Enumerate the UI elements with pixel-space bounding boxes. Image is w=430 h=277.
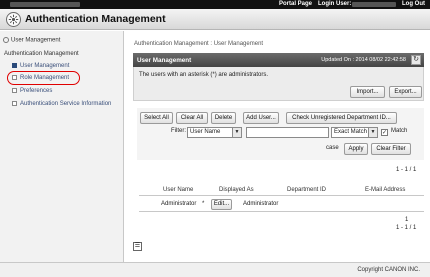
square-bullet-icon <box>12 101 17 106</box>
pager-range-bottom: 1 - 1 / 1 <box>396 225 417 231</box>
logout-link[interactable]: Log Out <box>402 1 425 7</box>
column-header-department-id[interactable]: Department ID <box>287 187 326 193</box>
sidebar-item-label: User Management <box>11 37 61 44</box>
square-bullet-icon <box>12 88 17 93</box>
table-header: User Name Displayed As Department ID E-M… <box>139 184 424 196</box>
refresh-icon[interactable]: ↻ <box>411 55 421 65</box>
column-header-displayed-as[interactable]: Displayed As <box>219 187 254 193</box>
app-logo-icon <box>6 12 21 27</box>
clear-all-button[interactable]: Clear All <box>176 112 208 124</box>
admin-asterisk: * <box>202 201 205 207</box>
sidebar-item-label: User Management <box>20 63 70 70</box>
apply-button[interactable]: Apply <box>344 143 368 155</box>
column-header-user-name[interactable]: User Name <box>163 187 193 193</box>
cell-user-name: Administrator <box>161 201 197 207</box>
panel-header: User Management Updated On : 2014 08/02 … <box>133 53 424 67</box>
import-button[interactable]: Import... <box>350 86 385 98</box>
portal-page-link[interactable]: Portal Page <box>279 1 312 7</box>
filter-field-select[interactable]: User Name ▼ <box>187 127 242 138</box>
cell-displayed-as: Administrator <box>243 201 279 207</box>
app-header: Authentication Management <box>0 9 430 30</box>
column-header-email[interactable]: E-Mail Address <box>365 187 405 193</box>
delete-button[interactable]: Delete <box>211 112 236 124</box>
filter-label: Filter: <box>171 128 186 134</box>
filter-field-value: User Name <box>190 129 221 135</box>
breadcrumb: Authentication Management : User Managem… <box>134 41 264 47</box>
sidebar-item-label: Preferences <box>20 88 53 95</box>
export-button[interactable]: Export... <box>389 86 422 98</box>
check-unregistered-department-id-button[interactable]: Check Unregistered Department ID... <box>286 112 397 124</box>
match-case-checkbox[interactable]: ✓ <box>381 129 388 136</box>
footer: Copyright CANON INC. <box>0 262 430 277</box>
panel-title: User Management <box>137 57 192 64</box>
sidebar-section-authentication-management: Authentication Management <box>4 51 79 57</box>
sidebar-item-user-management-top[interactable]: User Management <box>3 37 60 44</box>
pager-page-bottom[interactable]: 1 <box>405 217 408 223</box>
login-user-label: Login User: <box>318 1 352 7</box>
redacted-device-name <box>10 2 80 7</box>
select-all-button[interactable]: Select All <box>140 112 173 124</box>
selected-square-icon <box>12 63 17 68</box>
expand-icon[interactable]: ☰ <box>133 242 142 251</box>
highlight-circle-annotation <box>7 71 80 85</box>
copyright-text: Copyright CANON INC. <box>357 267 420 273</box>
sidebar-item-label: Authentication Service Information <box>20 101 112 108</box>
sidebar: User Management Authentication Managemen… <box>0 31 124 262</box>
chevron-down-icon: ▼ <box>368 128 377 137</box>
table-row: Administrator * Edit... Administrator <box>139 197 424 212</box>
add-user-button[interactable]: Add User... <box>243 112 279 124</box>
top-bar: Portal Page Login User: Log Out <box>0 0 430 9</box>
match-case-label: Match <box>391 128 408 134</box>
sidebar-item-preferences[interactable]: Preferences <box>12 88 52 94</box>
chevron-down-icon: ▼ <box>232 128 241 137</box>
edit-user-button[interactable]: Edit... <box>211 199 232 210</box>
sidebar-item-authentication-service-information[interactable]: Authentication Service Information <box>12 101 111 107</box>
circle-bullet-icon <box>3 37 9 43</box>
match-mode-select[interactable]: Exact Match ▼ <box>331 127 378 138</box>
main-content: Authentication Management : User Managem… <box>125 31 430 262</box>
redacted-user-name <box>352 2 396 7</box>
clear-filter-button[interactable]: Clear Filter <box>371 143 411 155</box>
updated-on-text: Updated On : 2014 08/02 22:42:58 <box>321 57 406 63</box>
app-title: Authentication Management <box>25 13 166 25</box>
match-mode-value: Exact Match <box>334 129 368 135</box>
case-label: case <box>326 145 339 151</box>
info-text: The users with an asterisk (*) are admin… <box>139 72 269 78</box>
sidebar-section-label: Authentication Management <box>4 51 79 57</box>
pager-range-top: 1 - 1 / 1 <box>396 167 417 173</box>
filter-value-input[interactable] <box>246 127 329 138</box>
info-panel: The users with an asterisk (*) are admin… <box>133 67 424 101</box>
sidebar-item-user-management[interactable]: User Management <box>12 63 69 69</box>
